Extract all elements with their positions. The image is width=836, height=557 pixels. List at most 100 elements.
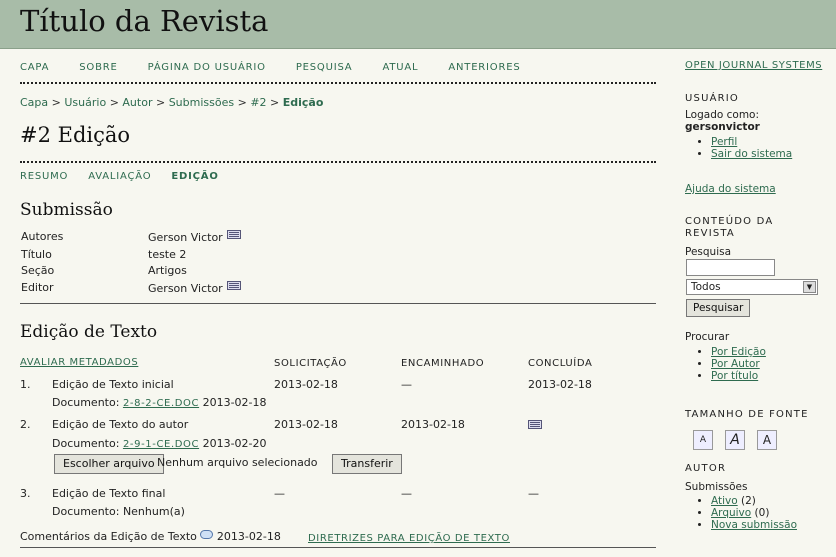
user-block-title: USUÁRIO	[685, 93, 739, 104]
review-metadata-link[interactable]: AVALIAR METADADOS	[20, 357, 138, 368]
active-submissions-link[interactable]: Ativo	[711, 495, 738, 507]
search-label: Pesquisa	[685, 246, 732, 258]
copyedit-guidelines-link[interactable]: DIRETRIZES PARA EDIÇÃO DE TEXTO	[308, 533, 510, 544]
help-link[interactable]: Ajuda do sistema	[685, 183, 776, 195]
new-submission-link[interactable]: Nova submissão	[711, 519, 797, 531]
breadcrumb-separator: >	[237, 96, 247, 109]
email-icon[interactable]	[528, 420, 542, 429]
email-icon[interactable]	[226, 230, 241, 239]
document-link[interactable]: 2-9-1-CE.DOC	[123, 439, 199, 450]
step-label: Edição de Texto do autor	[52, 418, 189, 431]
nav-capa[interactable]: CAPA	[20, 62, 49, 73]
document-label: Documento:	[52, 437, 120, 450]
document-link[interactable]: 2-8-2-CE.DOC	[123, 398, 199, 409]
step-number: 3.	[20, 487, 31, 500]
step-complete: —	[528, 487, 539, 500]
content-block-title: CONTEÚDO DA REVISTA	[685, 216, 774, 239]
archive-link[interactable]: Arquivo	[711, 507, 751, 519]
step-underway-date: 2013-02-18	[401, 418, 465, 431]
row-key: Autores	[21, 230, 64, 243]
browse-by-issue-link[interactable]: Por Edição	[711, 346, 766, 358]
document-row: Documento: Nenhum(a)	[52, 505, 185, 518]
logout-link[interactable]: Sair do sistema	[711, 148, 792, 160]
email-icon[interactable]	[226, 281, 241, 290]
breadcrumb-submissoes[interactable]: Submissões	[169, 96, 234, 109]
breadcrumb-autor[interactable]: Autor	[122, 96, 152, 109]
breadcrumb-submission[interactable]: #2	[250, 96, 266, 109]
tab-edicao[interactable]: EDIÇÃO	[171, 171, 218, 182]
chevron-down-icon: ▼	[803, 281, 816, 293]
user-links: Perfil Sair do sistema	[685, 136, 792, 160]
font-smaller-icon[interactable]: A	[693, 430, 713, 450]
step-label: Edição de Texto inicial	[52, 378, 174, 391]
top-nav: CAPA SOBRE PÁGINA DO USUÁRIO PESQUISA AT…	[20, 62, 656, 73]
breadcrumb-separator: >	[109, 96, 119, 109]
step-number: 1.	[20, 378, 31, 391]
ojs-link[interactable]: OPEN JOURNAL SYSTEMS	[685, 60, 822, 71]
document-date: 2013-02-20	[202, 437, 267, 450]
browse-by-title-link[interactable]: Por título	[711, 370, 758, 382]
browse-links: Por Edição Por Autor Por título	[685, 346, 766, 382]
select-value: Todos	[691, 281, 721, 293]
archive-count: (0)	[754, 507, 770, 519]
browse-by-author-link[interactable]: Por Autor	[711, 358, 760, 370]
upload-button[interactable]: Transferir	[332, 454, 402, 474]
submission-tabs: RESUMO AVALIAÇÃO EDIÇÃO	[20, 171, 239, 182]
list-item: Sair do sistema	[711, 148, 792, 160]
submissions-label: Submissões	[685, 481, 748, 493]
step-request-date: 2013-02-18	[274, 378, 338, 391]
list-item: Perfil	[711, 136, 792, 148]
column-header: SOLICITAÇÃO	[274, 358, 347, 369]
nav-sobre[interactable]: SOBRE	[79, 62, 117, 73]
page-title: #2 Edição	[20, 123, 131, 147]
comment-icon[interactable]	[200, 530, 214, 539]
submission-heading: Submissão	[20, 200, 113, 220]
list-item: Ativo (2)	[711, 495, 797, 507]
site-header: Título da Revista	[0, 0, 836, 49]
active-count: (2)	[741, 495, 756, 507]
browse-label: Procurar	[685, 331, 730, 343]
document-row: Documento: 2-9-1-CE.DOC 2013-02-20	[52, 437, 267, 450]
file-status: Nenhum arquivo selecionado	[157, 456, 318, 469]
choose-file-button[interactable]: Escolher arquivo	[54, 454, 164, 474]
nav-pagina-usuario[interactable]: PÁGINA DO USUÁRIO	[148, 62, 266, 73]
search-button[interactable]: Pesquisar	[686, 299, 751, 317]
font-larger-icon[interactable]: A	[757, 430, 777, 450]
step-number: 2.	[20, 418, 31, 431]
nav-pesquisa[interactable]: PESQUISA	[296, 62, 353, 73]
nav-anteriores[interactable]: ANTERIORES	[448, 62, 520, 73]
copyedit-heading: Edição de Texto	[20, 322, 158, 342]
row-key: Seção	[21, 264, 55, 277]
step-complete-date: 2013-02-18	[528, 378, 592, 391]
document-label: Documento:	[52, 396, 120, 409]
tab-avaliacao[interactable]: AVALIAÇÃO	[88, 171, 151, 182]
journal-title: Título da Revista	[20, 4, 269, 38]
breadcrumb-separator: >	[270, 96, 280, 109]
list-item: Por título	[711, 370, 766, 382]
logged-as-label: Logado como:	[685, 109, 760, 121]
column-header: ENCAMINHADO	[401, 358, 485, 369]
search-input[interactable]	[686, 259, 775, 276]
username: gersonvictor	[685, 121, 760, 133]
divider	[20, 82, 656, 84]
row-value: Artigos	[148, 264, 187, 277]
profile-link[interactable]: Perfil	[711, 136, 737, 148]
list-item: Por Edição	[711, 346, 766, 358]
nav-atual[interactable]: ATUAL	[382, 62, 418, 73]
step-request: —	[274, 487, 285, 500]
search-scope-select[interactable]: Todos ▼	[686, 279, 818, 295]
step-underway: —	[401, 487, 412, 500]
divider	[20, 303, 656, 304]
list-item: Arquivo (0)	[711, 507, 797, 519]
row-value: Gerson Victor	[148, 282, 223, 295]
breadcrumb-separator: >	[51, 96, 61, 109]
font-default-icon[interactable]: A	[725, 430, 745, 450]
comments-label: Comentários da Edição de Texto	[20, 530, 197, 543]
comments-date: 2013-02-18	[216, 530, 281, 543]
row-key: Editor	[21, 281, 54, 294]
tab-resumo[interactable]: RESUMO	[20, 171, 68, 182]
breadcrumb-capa[interactable]: Capa	[20, 96, 48, 109]
breadcrumb-usuario[interactable]: Usuário	[64, 96, 106, 109]
document-value: Nenhum(a)	[122, 505, 185, 518]
breadcrumb: Capa > Usuário > Autor > Submissões > #2…	[20, 96, 323, 109]
